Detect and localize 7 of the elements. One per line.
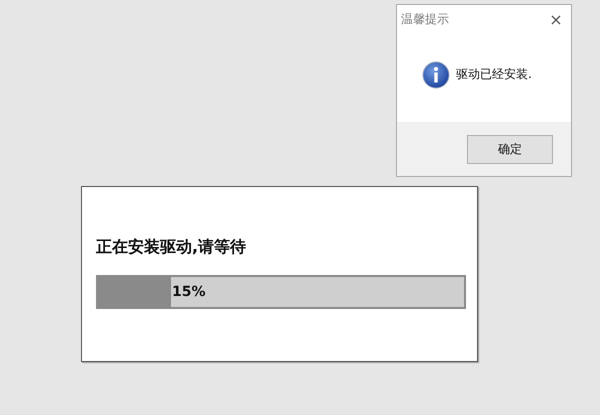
ok-button[interactable]: 确定 xyxy=(467,134,553,164)
close-button[interactable]: × xyxy=(541,10,571,28)
progress-label: 15% xyxy=(172,284,206,300)
info-icon xyxy=(422,60,450,88)
dialog-message: 驱动已经安装. xyxy=(456,66,532,83)
status-message: 正在安装驱动,请等待 xyxy=(96,237,248,258)
window-title: 温馨提示 xyxy=(401,10,449,28)
